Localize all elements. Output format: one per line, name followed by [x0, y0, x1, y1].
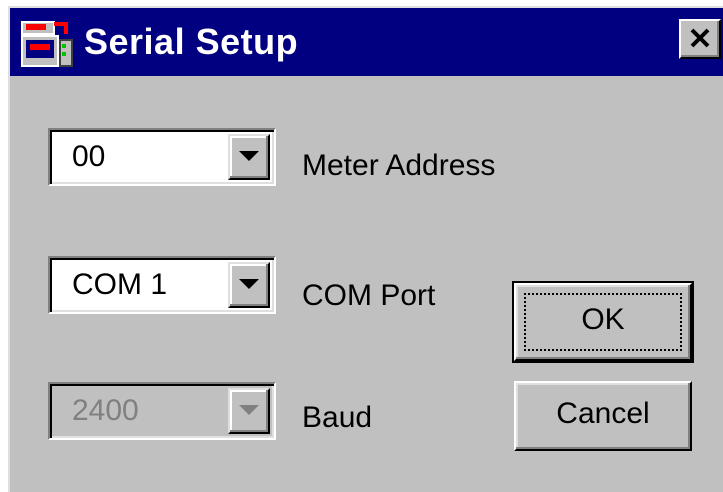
com-port-dropdown[interactable]: COM 1: [48, 256, 276, 314]
meter-address-dropdown-button[interactable]: [228, 134, 270, 180]
close-x-icon: [690, 28, 710, 48]
baud-label: Baud: [302, 401, 373, 434]
meter-address-label: Meter Address: [302, 149, 496, 182]
chevron-down-icon: [239, 405, 259, 415]
com-port-label: COM Port: [302, 279, 436, 312]
cancel-button-label: Cancel: [556, 397, 650, 430]
serial-setup-dialog: Serial Setup 00 Meter Address COM 1 COM …: [8, 6, 723, 492]
ok-button[interactable]: OK: [512, 281, 694, 363]
meter-address-value: 00: [72, 140, 106, 173]
ok-button-label: OK: [581, 303, 625, 336]
meter-address-dropdown[interactable]: 00: [48, 128, 276, 186]
baud-value: 2400: [72, 394, 139, 427]
title-bar[interactable]: Serial Setup: [10, 8, 723, 76]
window-title: Serial Setup: [84, 21, 299, 62]
chevron-down-icon: [239, 279, 259, 289]
serial-port-app-icon: [21, 21, 73, 67]
cancel-button[interactable]: Cancel: [514, 381, 692, 451]
chevron-down-icon: [239, 151, 259, 161]
com-port-value: COM 1: [72, 268, 168, 301]
baud-dropdown-button: [228, 388, 270, 434]
close-button[interactable]: [679, 19, 721, 59]
com-port-dropdown-button[interactable]: [228, 262, 270, 308]
baud-dropdown: 2400: [48, 382, 276, 440]
